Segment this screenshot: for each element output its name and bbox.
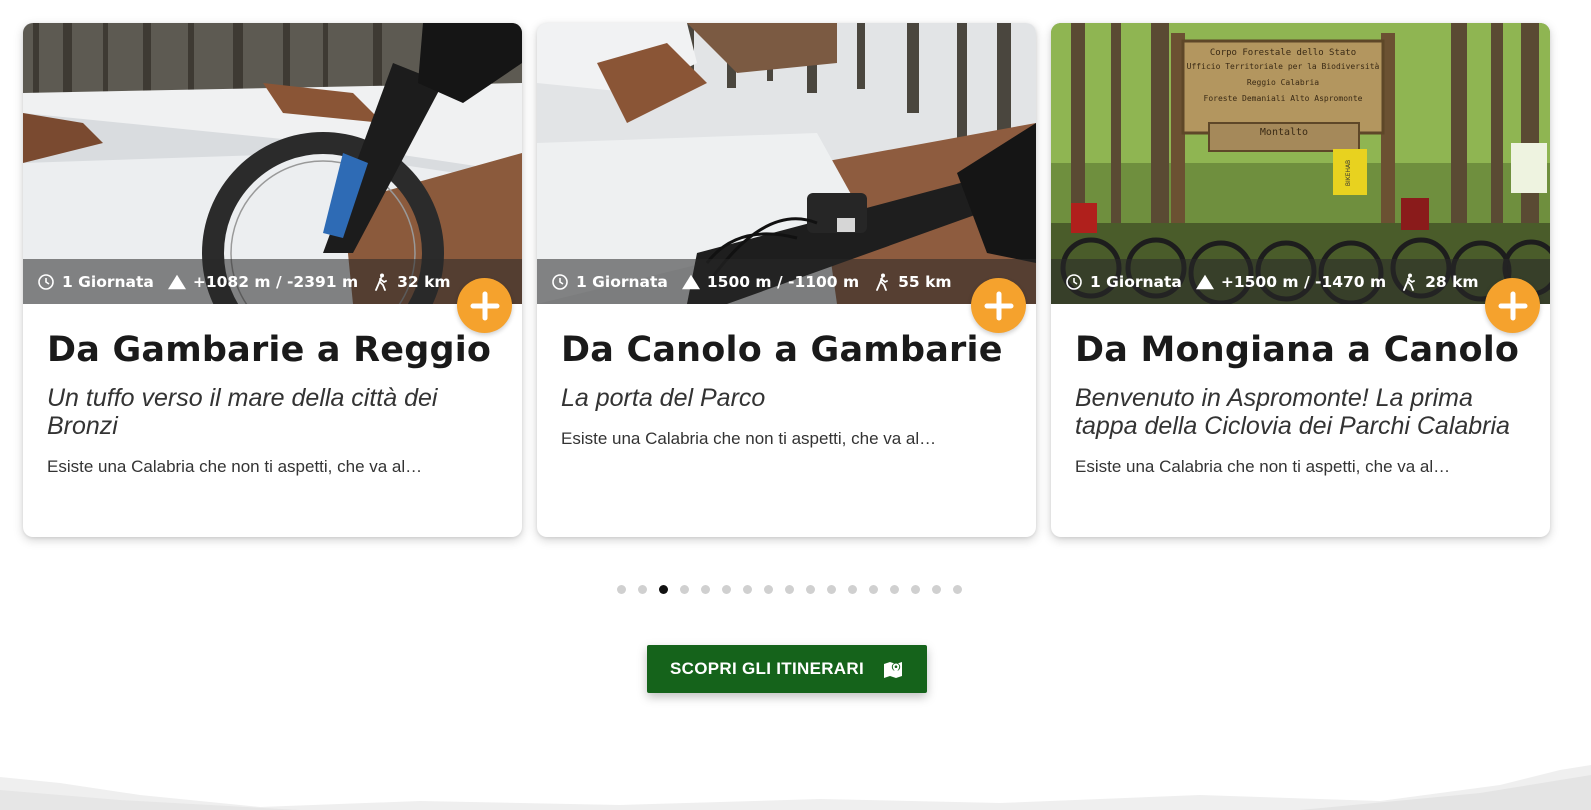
sign-flag-text: BIKEHAB xyxy=(1345,160,1352,186)
discover-itineraries-label: SCOPRI GLI ITINERARI xyxy=(670,659,864,678)
elevation-value: 1500 m / -1100 m xyxy=(706,272,860,291)
plus-icon xyxy=(1498,291,1527,320)
discover-itineraries-button[interactable]: SCOPRI GLI ITINERARI xyxy=(647,645,927,693)
itinerary-excerpt: Esiste una Calabria che non ti aspetti, … xyxy=(47,457,423,476)
clock-icon xyxy=(1066,273,1082,290)
carousel-dot[interactable] xyxy=(764,585,773,594)
carousel-dot[interactable] xyxy=(638,585,647,594)
mountain-icon xyxy=(1195,274,1214,289)
itinerary-subtitle: Benvenuto in Aspromonte! La prima tappa … xyxy=(1075,384,1510,440)
distance-value: 55 km xyxy=(898,272,952,291)
elevation-stat: +1500 m / -1470 m xyxy=(1195,272,1387,291)
duration-stat: 1 Giornata xyxy=(1065,273,1182,291)
hiker-icon xyxy=(375,273,388,291)
sign-text-line: Montalto xyxy=(1260,127,1308,138)
itinerary-card[interactable]: Corpo Forestale dello Stato Ufficio Terr… xyxy=(1051,23,1550,537)
sign-text-line: Ufficio Territoriale per la Biodiversità xyxy=(1187,62,1380,71)
carousel-dot[interactable] xyxy=(680,585,689,594)
clock-icon xyxy=(552,273,568,290)
distance-value: 28 km xyxy=(1425,272,1479,291)
carousel-dot[interactable] xyxy=(743,585,752,594)
clock-icon xyxy=(38,273,54,290)
duration-value: 1 Giornata xyxy=(62,272,154,291)
itinerary-stats-bar: 1 Giornata +1082 m / -2391 m 32 km xyxy=(23,259,522,304)
sign-text-line: Corpo Forestale dello Stato xyxy=(1210,48,1356,58)
sign-text-line: Foreste Demaniali Alto Aspromonte xyxy=(1204,94,1363,103)
carousel-dot[interactable] xyxy=(806,585,815,594)
duration-stat: 1 Giornata xyxy=(37,273,154,291)
itinerary-carousel: 1 Giornata +1082 m / -2391 m 32 km Da Ga… xyxy=(23,23,1573,537)
carousel-dot[interactable] xyxy=(932,585,941,594)
plus-icon xyxy=(470,291,499,320)
carousel-dot[interactable] xyxy=(701,585,710,594)
sign-text-line: Reggio Calabria xyxy=(1247,78,1319,87)
duration-value: 1 Giornata xyxy=(1090,272,1182,291)
elevation-stat: 1500 m / -1100 m xyxy=(681,272,860,291)
itinerary-photo[interactable]: Corpo Forestale dello Stato Ufficio Terr… xyxy=(1051,23,1550,304)
carousel-dot[interactable] xyxy=(890,585,899,594)
carousel-dot[interactable] xyxy=(827,585,836,594)
carousel-dot[interactable] xyxy=(785,585,794,594)
itinerary-title[interactable]: Da Mongiana a Canolo xyxy=(1075,330,1530,370)
itinerary-title[interactable]: Da Gambarie a Reggio xyxy=(47,330,502,370)
hiker-icon xyxy=(876,273,889,291)
carousel-dot[interactable] xyxy=(953,585,962,594)
mountain-silhouette-footer xyxy=(0,765,1591,810)
duration-value: 1 Giornata xyxy=(576,272,668,291)
carousel-dot[interactable] xyxy=(911,585,920,594)
carousel-dot[interactable] xyxy=(848,585,857,594)
plus-icon xyxy=(984,291,1013,320)
carousel-dots xyxy=(617,585,962,594)
elevation-stat: +1082 m / -2391 m xyxy=(167,272,359,291)
distance-stat: 28 km xyxy=(1400,272,1479,291)
itinerary-photo[interactable]: 1 Giornata 1500 m / -1100 m 55 km xyxy=(537,23,1036,304)
carousel-dot[interactable] xyxy=(869,585,878,594)
map-marker-icon xyxy=(883,662,902,678)
itinerary-card[interactable]: 1 Giornata +1082 m / -2391 m 32 km Da Ga… xyxy=(23,23,522,537)
hiker-icon xyxy=(1403,273,1416,291)
distance-stat: 55 km xyxy=(873,272,952,291)
carousel-dot[interactable] xyxy=(617,585,626,594)
elevation-value: +1500 m / -1470 m xyxy=(1220,272,1387,291)
carousel-dot[interactable] xyxy=(722,585,731,594)
distance-value: 32 km xyxy=(397,272,451,291)
itinerary-stats-bar: 1 Giornata +1500 m / -1470 m 28 km xyxy=(1051,259,1550,304)
itinerary-subtitle: La porta del Parco xyxy=(561,384,766,412)
itinerary-excerpt: Esiste una Calabria che non ti aspetti, … xyxy=(561,429,937,448)
duration-stat: 1 Giornata xyxy=(551,273,668,291)
itinerary-title[interactable]: Da Canolo a Gambarie xyxy=(561,330,1016,370)
distance-stat: 32 km xyxy=(372,272,451,291)
elevation-value: +1082 m / -2391 m xyxy=(192,272,359,291)
itinerary-photo[interactable]: 1 Giornata +1082 m / -2391 m 32 km xyxy=(23,23,522,304)
more-info-button[interactable] xyxy=(457,278,512,333)
mountain-icon xyxy=(681,274,700,289)
mountain-icon xyxy=(167,274,186,289)
more-info-button[interactable] xyxy=(1485,278,1540,333)
itinerary-card[interactable]: 1 Giornata 1500 m / -1100 m 55 km Da Can… xyxy=(537,23,1036,537)
itinerary-subtitle: Un tuffo verso il mare della città dei B… xyxy=(47,384,438,440)
more-info-button[interactable] xyxy=(971,278,1026,333)
carousel-dot[interactable] xyxy=(659,585,668,594)
itinerary-excerpt: Esiste una Calabria che non ti aspetti, … xyxy=(1075,457,1451,476)
itinerary-stats-bar: 1 Giornata 1500 m / -1100 m 55 km xyxy=(537,259,1036,304)
